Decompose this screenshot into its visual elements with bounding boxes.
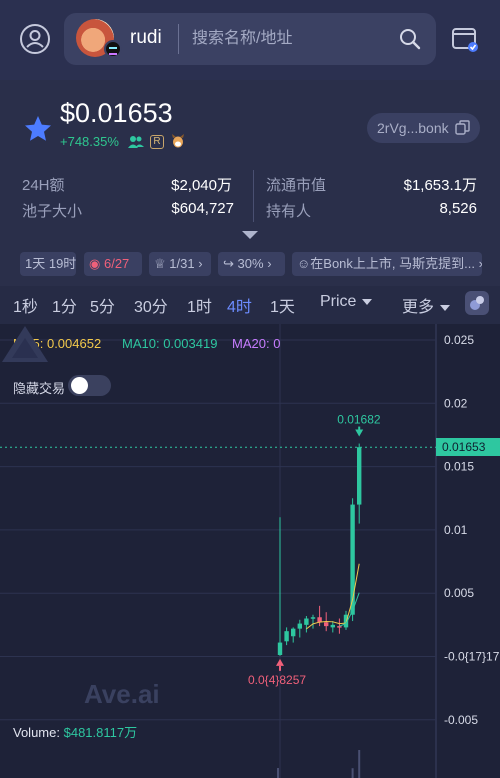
price-dropdown[interactable]: Price [320, 293, 373, 311]
user-profile-icon[interactable] [18, 22, 52, 56]
volume-bar [277, 768, 279, 778]
token-name: rudi [130, 27, 162, 48]
vol24-label: 24H额 [22, 177, 65, 194]
candle-body [337, 626, 342, 628]
moneybag-icon: ◉ [89, 256, 101, 271]
ma10-legend: MA10: 0.003419 [122, 336, 218, 351]
bonk-dog-icon [172, 134, 184, 148]
pool-label: 池子大小 [22, 203, 83, 220]
search-bar[interactable]: rudi [64, 13, 436, 65]
ave-logo-icon [2, 326, 48, 362]
chevron-down-icon [362, 298, 373, 305]
chevron-down-icon [440, 304, 451, 311]
candle-body [330, 624, 335, 628]
contract-address-pill[interactable]: 2rVg...bonk [367, 113, 480, 143]
tag-crown[interactable]: ♕ 1/31 › [149, 252, 211, 276]
candle-body [304, 618, 309, 625]
candle-body [277, 642, 283, 655]
vol24-value: $2,040万 [171, 177, 232, 194]
search-divider [178, 24, 179, 54]
pool-value: $604,727 [171, 200, 234, 217]
toggle-knob [71, 377, 88, 394]
tag-news[interactable]: ☺在Bonk上上市, 马斯克提到... › [292, 252, 482, 276]
interval-1s[interactable]: 1秒 [13, 293, 38, 317]
volume-label: Volume: $481.8117万 [13, 725, 138, 740]
interval-4h[interactable]: 4时 [227, 293, 252, 317]
crown-icon: ♕ [154, 256, 166, 271]
low-arrow-icon [276, 658, 284, 666]
raydium-icon: R [150, 135, 164, 149]
y-tick-label: 0.005 [444, 586, 474, 600]
interval-1h[interactable]: 1时 [187, 293, 212, 317]
ma20-legend: MA20: 0 [232, 336, 281, 351]
chevron-right-icon: › [198, 256, 203, 271]
hide-trades-toggle[interactable] [68, 375, 111, 396]
tag-moneybag[interactable]: ◉ 6/27 [84, 252, 142, 276]
interval-1d[interactable]: 1天 [270, 293, 295, 317]
wallet-icon[interactable] [450, 24, 480, 54]
search-input[interactable] [192, 26, 382, 52]
watermark: Ave.ai [84, 679, 160, 709]
y-tick-label: -0.005 [444, 713, 478, 727]
token-price: $0.01653 [60, 98, 173, 128]
candle-body [310, 617, 316, 619]
candle-body [284, 631, 289, 642]
robot-icon: ☺ [297, 256, 311, 271]
y-tick-label: 0.015 [444, 460, 474, 474]
candle-body [324, 622, 329, 627]
tag-runner[interactable]: ↪ 30% › [218, 252, 285, 276]
indicator-icon [470, 296, 484, 310]
interval-1m[interactable]: 1分 [52, 293, 77, 317]
more-dropdown[interactable]: 更多 [402, 293, 451, 317]
high-price-label: 0.01682 [337, 413, 381, 427]
chevron-right-icon: › [267, 256, 272, 271]
current-price-tag: 0.01653 [436, 438, 500, 456]
favorite-star-icon[interactable] [22, 113, 54, 145]
expand-stats-caret[interactable] [242, 231, 258, 239]
holders-label: 持有人 [266, 203, 312, 220]
volume-bar [351, 768, 354, 778]
candle-body [357, 447, 362, 505]
ma10-line [339, 592, 360, 627]
price-chart[interactable]: 0.025 0.02 0.015 0.01 0.005 -0.0{17}17 -0.005 0… [0, 324, 500, 778]
interval-bar: 1秒 1分 5分 30分 1时 4时 1天 Price 更多 [0, 286, 500, 324]
y-tick-label: 0.02 [444, 396, 468, 410]
tags-row: 1天 19时 ◉ 6/27 ♕ 1/31 › ↪ 30% › ☺在Bonk上上市… [0, 252, 500, 276]
chevron-right-icon: › [479, 256, 482, 271]
holders-icon [128, 136, 144, 148]
top-bar: rudi [0, 0, 500, 80]
contract-address: 2rVg...bonk [377, 120, 449, 136]
y-tick-label: -0.0{17}17 [444, 650, 500, 664]
hide-trades-label: 隐藏交易 [13, 381, 66, 396]
low-price-label: 0.0{4}8257 [248, 673, 306, 687]
solana-chain-icon [104, 40, 122, 58]
search-icon[interactable] [398, 27, 422, 51]
mcap-label: 流通市值 [266, 177, 327, 194]
interval-5m[interactable]: 5分 [90, 293, 115, 317]
candle-body [297, 623, 302, 629]
mcap-value: $1,653.1万 [403, 177, 477, 194]
candle-body [291, 628, 296, 637]
holders-value: 8,526 [439, 200, 477, 217]
tag-age[interactable]: 1天 19时 [20, 252, 76, 276]
chart-settings-button[interactable] [465, 291, 489, 315]
price-change: +748.35% [60, 134, 119, 149]
stats-divider [253, 170, 254, 222]
interval-30m[interactable]: 30分 [134, 293, 168, 317]
y-tick-label: 0.025 [444, 333, 474, 347]
runner-icon: ↪ [223, 256, 234, 271]
volume-bar [358, 750, 361, 778]
copy-icon[interactable] [455, 120, 470, 135]
y-tick-label: 0.01 [444, 523, 468, 537]
